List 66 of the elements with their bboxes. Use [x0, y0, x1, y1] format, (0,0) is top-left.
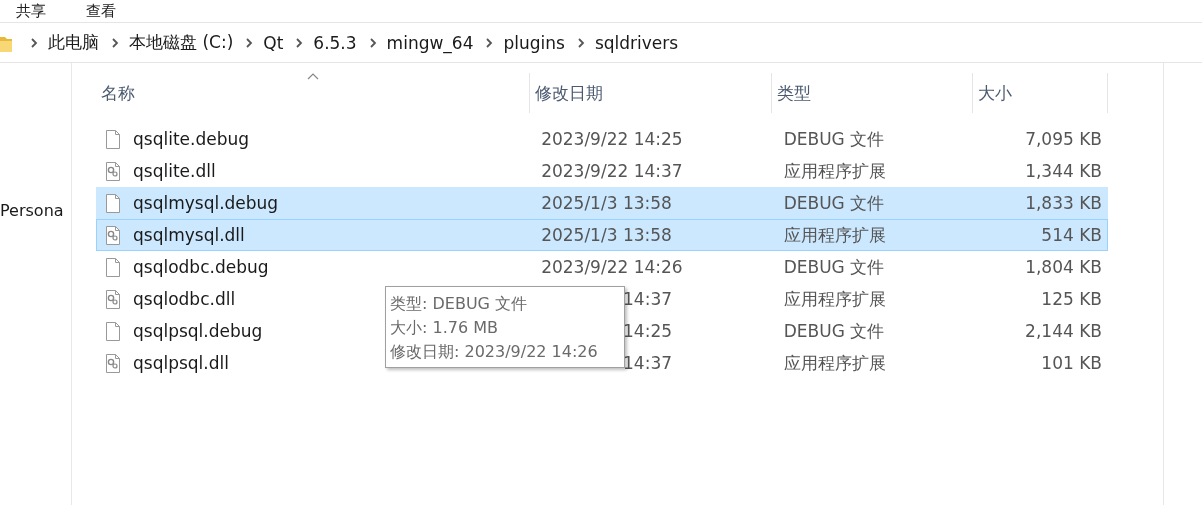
- chevron-icon: [295, 36, 304, 49]
- gear-document-icon: [105, 224, 121, 246]
- file-type: DEBUG 文件: [783, 255, 885, 279]
- file-type: DEBUG 文件: [783, 191, 885, 215]
- file-type: DEBUG 文件: [783, 127, 885, 151]
- breadcrumb-item[interactable]: sqldrivers: [594, 32, 679, 53]
- chevron-icon: [485, 36, 494, 49]
- chevron-icon: [30, 36, 38, 49]
- modified-date: 14:25: [623, 321, 673, 341]
- document-icon: [105, 192, 121, 214]
- modified-date: 2025/1/3 13:58: [541, 193, 672, 213]
- chevron-icon: [576, 36, 585, 49]
- breadcrumb-item[interactable]: 本地磁盘 (C:): [129, 31, 234, 54]
- file-type: DEBUG 文件: [783, 319, 885, 343]
- file-type: 应用程序扩展: [783, 223, 886, 247]
- file-name: qsqlite.debug: [133, 129, 250, 149]
- file-size: 101 KB: [1041, 353, 1102, 373]
- chevron-icon: [111, 36, 119, 49]
- breadcrumb-item[interactable]: 6.5.3: [313, 32, 357, 53]
- file-name: qsqlmysql.debug: [133, 193, 279, 213]
- document-icon: [105, 256, 121, 278]
- document-icon: [105, 320, 121, 342]
- gear-document-icon: [105, 352, 121, 374]
- file-name: qsqlpsql.debug: [133, 321, 263, 341]
- tooltip-line: 修改日期: 2023/9/22 14:26: [390, 341, 599, 363]
- breadcrumb-item[interactable]: 此电脑: [48, 31, 99, 54]
- chevron-icon: [368, 36, 377, 49]
- modified-date: 2025/1/3 13:58: [541, 225, 672, 245]
- modified-date: 14:37: [623, 289, 673, 309]
- column-header[interactable]: 类型: [771, 73, 973, 113]
- file-size: 7,095 KB: [1025, 129, 1102, 149]
- file-size: 1,804 KB: [1025, 257, 1102, 277]
- file-name: qsqlodbc.debug: [133, 257, 269, 277]
- file-name: qsqlmysql.dll: [133, 225, 245, 245]
- column-header[interactable]: 名称: [96, 73, 531, 113]
- column-header[interactable]: 大小: [972, 73, 1108, 113]
- file-name: qsqlite.dll: [133, 161, 216, 181]
- gear-document-icon: [105, 160, 121, 182]
- file-type: 应用程序扩展: [783, 159, 886, 183]
- document-icon: [105, 128, 121, 150]
- breadcrumb-item[interactable]: Qt: [263, 32, 284, 53]
- menu-item[interactable]: 共享: [16, 2, 46, 20]
- file-name: qsqlodbc.dll: [133, 289, 236, 309]
- modified-date: 14:37: [623, 353, 673, 373]
- file-size: 125 KB: [1041, 289, 1102, 309]
- file-row[interactable]: qsqlmysql.debug 2025/1/3 13:58 DEBUG 文件 1,833 KB: [96, 187, 1108, 219]
- file-row[interactable]: qsqlmysql.dll 2025/1/3 13:58 应用程序扩展 514 KB: [96, 219, 1108, 251]
- file-size: 514 KB: [1041, 225, 1102, 245]
- chevron-icon: [245, 36, 254, 49]
- file-type: 应用程序扩展: [783, 287, 886, 311]
- nav-item[interactable]: Persona: [0, 201, 64, 220]
- column-header[interactable]: 修改日期: [530, 73, 772, 113]
- tooltip-line: 类型: DEBUG 文件: [390, 293, 529, 315]
- modified-date: 2023/9/22 14:26: [541, 257, 683, 277]
- tooltip-line: 大小: 1.76 MB: [390, 317, 499, 339]
- gear-document-icon: [105, 288, 121, 310]
- file-name: qsqlpsql.dll: [133, 353, 229, 373]
- modified-date: 2023/9/22 14:25: [541, 129, 683, 149]
- file-size: 2,144 KB: [1025, 321, 1102, 341]
- file-size: 1,833 KB: [1025, 193, 1102, 213]
- file-size: 1,344 KB: [1025, 161, 1102, 181]
- breadcrumb-item[interactable]: mingw_64: [386, 32, 474, 53]
- modified-date: 2023/9/22 14:37: [541, 161, 683, 181]
- breadcrumb-item[interactable]: plugins: [503, 32, 565, 53]
- menu-item[interactable]: 查看: [86, 2, 116, 20]
- file-type: 应用程序扩展: [783, 351, 886, 375]
